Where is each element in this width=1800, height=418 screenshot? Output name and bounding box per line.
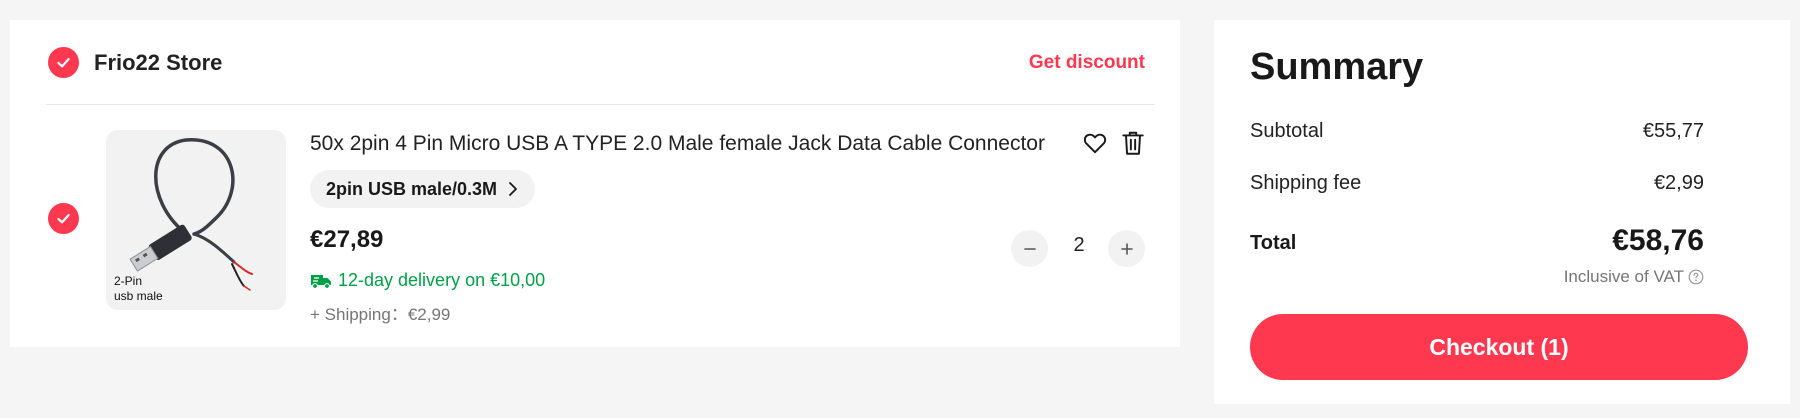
- variant-selector[interactable]: 2pin USB male/0.3M: [310, 170, 536, 208]
- item-price: €27,89: [310, 226, 384, 253]
- truck-icon: [311, 274, 331, 289]
- variant-label: 2pin USB male/0.3M: [326, 178, 498, 199]
- increase-quantity-button[interactable]: [1108, 230, 1145, 267]
- cart-panel: Frio22 Store Get discount 2-Pin usb male…: [10, 20, 1180, 347]
- delivery-text: 12-day delivery on €10,00: [338, 270, 546, 290]
- check-icon: [57, 57, 70, 68]
- get-discount-link[interactable]: Get discount: [1029, 52, 1145, 74]
- chevron-right-icon: [509, 182, 517, 196]
- checkout-button[interactable]: Checkout (1): [1250, 314, 1748, 380]
- total-label: Total: [1250, 232, 1297, 254]
- minus-icon: [1023, 247, 1036, 250]
- summary-title: Summary: [1250, 46, 1424, 88]
- heart-icon: [1083, 133, 1107, 154]
- product-title-link[interactable]: 50x 2pin 4 Pin Micro USB A TYPE 2.0 Male…: [310, 132, 1055, 156]
- vat-text: Inclusive of VAT: [1563, 267, 1684, 286]
- delivery-info: 12-day delivery on €10,00: [310, 270, 545, 291]
- image-caption: 2-Pin usb male: [114, 274, 163, 303]
- shipping-fee-label: Shipping fee: [1250, 172, 1362, 194]
- decrease-quantity-button[interactable]: [1011, 230, 1048, 267]
- quantity-value[interactable]: 2: [1070, 234, 1088, 257]
- shipping-fee-value: €2,99: [1653, 172, 1704, 194]
- check-icon: [57, 213, 70, 224]
- help-circle-icon[interactable]: [1688, 269, 1704, 285]
- subtotal-label: Subtotal: [1250, 120, 1324, 142]
- plus-icon: [1120, 242, 1133, 255]
- store-select-checkbox[interactable]: [48, 47, 79, 78]
- wishlist-button[interactable]: [1082, 130, 1108, 156]
- divider: [46, 104, 1155, 105]
- product-image[interactable]: 2-Pin usb male: [106, 130, 286, 310]
- shipping-info: + Shipping：€2,99: [310, 305, 451, 324]
- vat-note: Inclusive of VAT: [1564, 267, 1704, 287]
- trash-icon: [1122, 131, 1144, 155]
- item-select-checkbox[interactable]: [48, 203, 79, 234]
- total-value: €58,76: [1612, 224, 1704, 257]
- delete-item-button[interactable]: [1120, 129, 1146, 157]
- summary-panel: Summary Subtotal €55,77 Shipping fee €2,…: [1214, 20, 1790, 404]
- store-name[interactable]: Frio22 Store: [94, 50, 222, 76]
- subtotal-value: €55,77: [1642, 120, 1704, 142]
